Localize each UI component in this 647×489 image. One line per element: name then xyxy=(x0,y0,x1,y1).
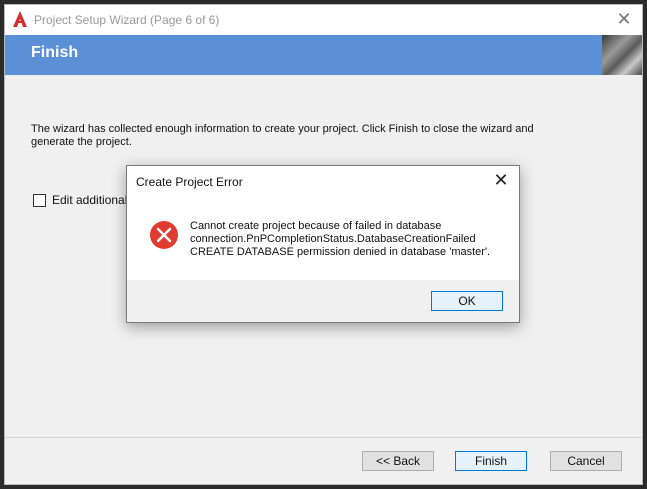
error-message: Cannot create project because of failed … xyxy=(190,220,510,259)
edit-additional-checkbox-label: Edit additional p xyxy=(52,193,138,207)
edit-additional-checkbox[interactable] xyxy=(33,193,46,207)
finish-button[interactable]: Finish xyxy=(455,451,527,471)
wizard-header: Finish xyxy=(5,35,642,75)
page-title: Finish xyxy=(31,44,79,61)
wizard-description: The wizard has collected enough informat… xyxy=(31,123,534,148)
dialog-footer: OK xyxy=(127,280,519,322)
dialog-close-button[interactable]: ✕ xyxy=(491,170,511,190)
back-button[interactable]: << Back xyxy=(362,451,434,471)
error-message-line: connection.PnPCompletionStatus.DatabaseC… xyxy=(190,233,476,245)
error-message-line: CREATE DATABASE permission denied in dat… xyxy=(190,246,491,258)
dialog-title: Create Project Error xyxy=(136,175,243,189)
error-icon xyxy=(150,221,178,249)
title-bar: Project Setup Wizard (Page 6 of 6) ✕ xyxy=(5,5,642,35)
create-project-error-dialog: Create Project Error ✕ Cannot create pro… xyxy=(126,165,520,323)
header-graphic xyxy=(602,35,642,75)
edit-additional-checkbox-row[interactable]: Edit additional p xyxy=(33,193,137,207)
autocad-app-icon xyxy=(13,11,27,27)
error-message-line: Cannot create project because of failed … xyxy=(190,220,442,232)
close-icon: ✕ xyxy=(616,9,632,29)
close-icon: ✕ xyxy=(493,170,509,190)
ok-button[interactable]: OK xyxy=(431,291,503,311)
window-title: Project Setup Wizard (Page 6 of 6) xyxy=(34,13,220,27)
window-close-button[interactable]: ✕ xyxy=(614,9,634,29)
footer-divider xyxy=(5,437,642,438)
cancel-button[interactable]: Cancel xyxy=(550,451,622,471)
